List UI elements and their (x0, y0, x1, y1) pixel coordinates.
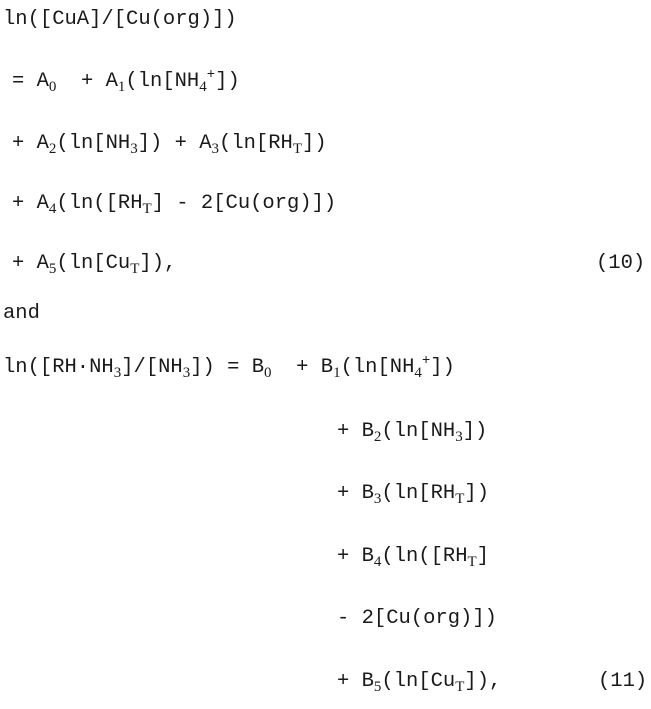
math-text: = A (12, 70, 49, 93)
eq10-line: ln([CuA]/[Cu(org)]) (3, 8, 237, 32)
eq10-line: = A0 + A1(ln[NH4+]) (12, 67, 240, 95)
eq10-line: + A4(ln([RHT] - 2[Cu(org)]) (12, 192, 337, 217)
subscript: 3 (182, 365, 191, 381)
math-text: (ln[RH (219, 132, 293, 155)
subscript: 0 (264, 365, 272, 381)
math-text: + B (271, 356, 334, 379)
math-text: ]) (430, 356, 455, 379)
eq10-line: + A2(ln[NH3]) + A3(ln[RHT]) (12, 132, 327, 157)
connector-text: and (3, 302, 40, 325)
math-text: + A (12, 252, 49, 275)
math-text: (ln[NH (56, 132, 131, 155)
subscript: T (455, 679, 465, 695)
math-text: (ln([RH (56, 192, 143, 215)
eq11-line: ln([RH·NH3]/[NH3]) = B0 + B1(ln[NH4+]) (3, 353, 455, 381)
math-text: (ln[NH (381, 420, 456, 443)
superscript: + (421, 353, 431, 369)
subscript: 5 (373, 679, 382, 695)
math-text: ln([CuA]/[Cu(org)]) (3, 8, 237, 31)
subscript: 4 (48, 201, 57, 217)
subscript: 3 (373, 491, 382, 507)
subscript: T (130, 261, 140, 277)
math-text: + B (337, 420, 374, 443)
superscript: + (206, 67, 216, 83)
math-text: ]) (464, 482, 489, 505)
subscript: 3 (113, 365, 122, 381)
math-text: ]) = B (190, 356, 265, 379)
eq10-line: + A5(ln[CuT]), (12, 252, 177, 277)
math-text: ]), (139, 252, 177, 275)
subscript: 2 (48, 141, 57, 157)
math-text: (ln[NH (340, 356, 415, 379)
math-text: ]), (464, 670, 502, 693)
subscript: 2 (373, 429, 382, 445)
math-text: + A (56, 70, 118, 93)
subscript: T (142, 201, 152, 217)
math-text: ] - 2[Cu(org)]) (151, 192, 337, 215)
eq11-line: + B5(ln[CuT]), (337, 670, 502, 695)
math-text: ]) (215, 70, 240, 93)
subscript: 5 (48, 261, 57, 277)
subscript: 4 (414, 365, 422, 381)
math-text: + A (12, 132, 49, 155)
math-text: + B (337, 670, 374, 693)
subscript: 0 (48, 79, 57, 95)
subscript: 3 (211, 141, 220, 157)
math-text: ] (476, 545, 490, 568)
equation-number-10: (10) (596, 252, 646, 275)
subscript: 3 (130, 141, 138, 157)
subscript: T (455, 491, 465, 507)
subscript: 3 (455, 429, 463, 445)
subscript: 4 (199, 79, 207, 95)
math-text: (ln[NH (125, 70, 200, 93)
math-text: (ln([RH (381, 545, 468, 568)
equation-number-11: (11) (598, 670, 648, 693)
math-text: ln([RH·NH (3, 356, 114, 379)
math-text: (ln[Cu (381, 670, 456, 693)
subscript: 4 (373, 554, 382, 570)
subscript: 1 (117, 79, 126, 95)
math-text: ]) + A (137, 132, 212, 155)
math-text: + A (12, 192, 49, 215)
eq11-line: - 2[Cu(org)]) (337, 607, 497, 631)
math-text: + B (337, 482, 374, 505)
eq11-line: + B3(ln[RHT]) (337, 482, 489, 507)
eq11-line: + B4(ln([RHT] (337, 545, 490, 570)
math-text: - 2[Cu(org)]) (337, 607, 497, 630)
subscript: T (467, 554, 477, 570)
math-text: ]) (302, 132, 327, 155)
math-text: + B (337, 545, 374, 568)
math-text: ]) (462, 420, 488, 443)
math-text: (ln[Cu (56, 252, 131, 275)
math-text: (ln[RH (381, 482, 456, 505)
subscript: 1 (333, 365, 341, 381)
eq11-line: + B2(ln[NH3]) (337, 420, 488, 445)
math-text: ]/[NH (121, 356, 183, 379)
subscript: T (292, 141, 303, 157)
